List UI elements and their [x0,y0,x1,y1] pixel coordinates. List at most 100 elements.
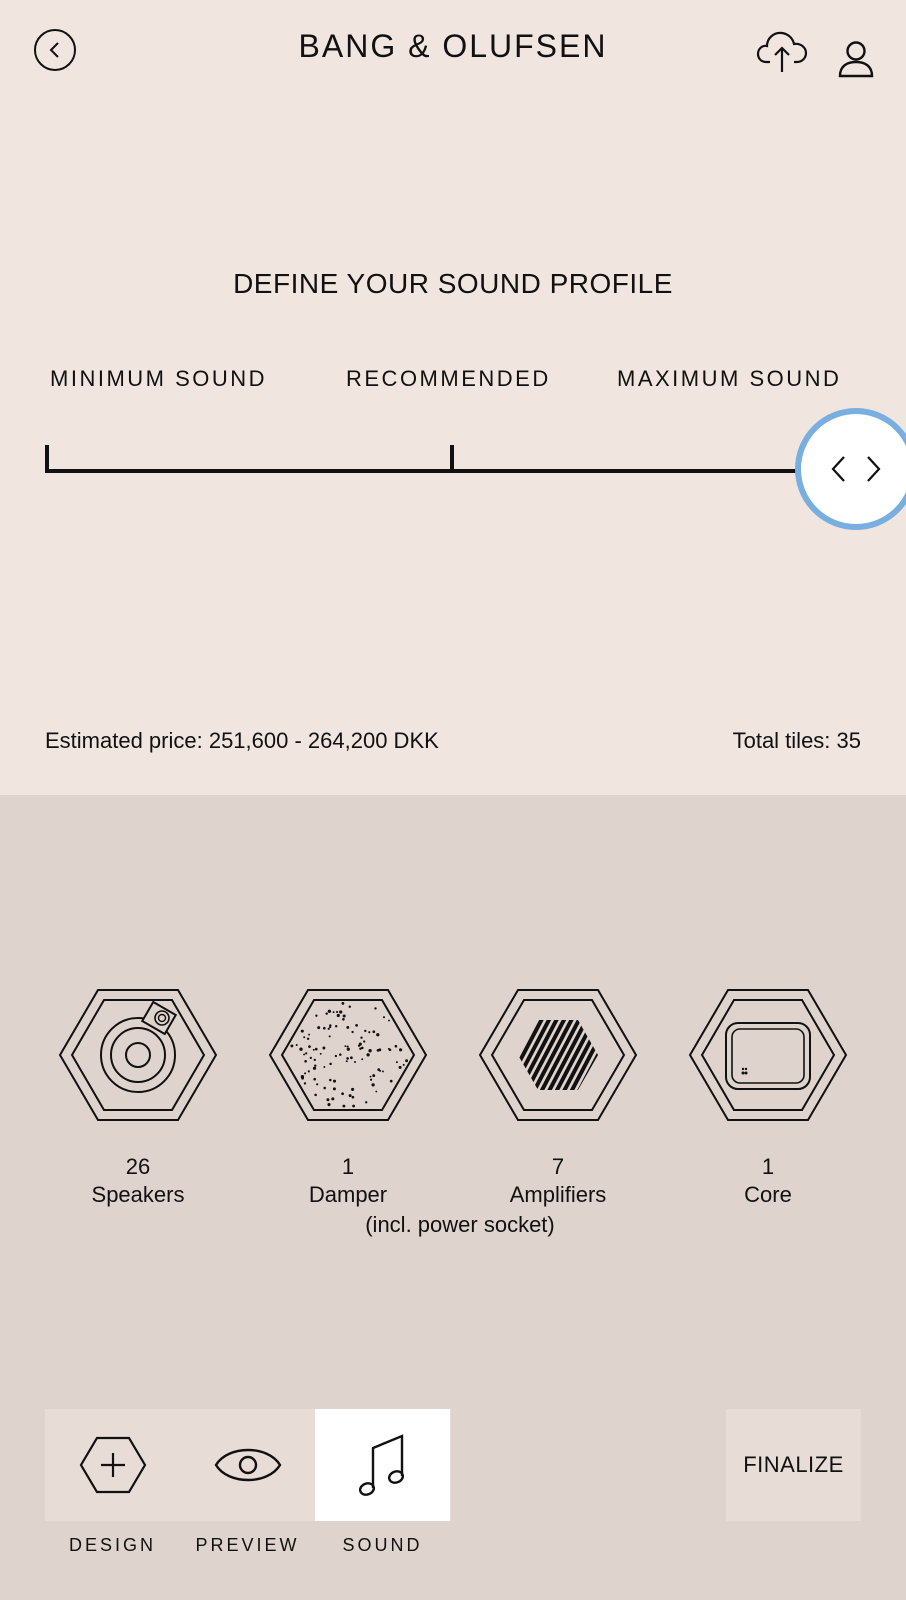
component-amplifiers: 7 Amplifiers [473,985,643,1209]
tab-design[interactable] [45,1409,180,1521]
slider-track[interactable] [45,469,805,473]
damper-note: (incl. power socket) [365,1212,555,1237]
damper-dot [376,1033,380,1037]
damper-dot [372,1074,376,1078]
music-note-icon [358,1434,404,1496]
finalize-button[interactable]: FINALIZE [726,1409,861,1521]
damper-dot [363,1040,366,1043]
damper-dot [304,1060,307,1063]
damper-dot [303,1082,307,1085]
damper-dot [358,1042,362,1046]
damper-dot [342,1014,346,1018]
damper-dot [336,1010,339,1014]
label-minimum-sound[interactable]: MINIMUM SOUND [50,366,267,392]
damper-dot [328,1010,331,1013]
tab-preview[interactable] [180,1409,315,1521]
damper-dot [382,1016,386,1019]
damper-dot [341,1092,344,1096]
damper-dot [325,1012,328,1015]
damper-dot [388,1019,390,1022]
label-recommended[interactable]: RECOMMENDED [346,366,551,392]
damper-dot [351,1095,355,1099]
damper-dot [355,1024,358,1027]
damper-dot [309,1056,312,1060]
damper-dot [376,1049,380,1052]
damper-dot [316,1083,319,1086]
damper-dot [332,1079,337,1083]
damper-dot [308,1033,311,1036]
damper-dot [341,1002,345,1005]
damper-tile-icon [268,989,428,1121]
damper-dot [305,1052,308,1055]
damper-dot [361,1046,364,1050]
damper-dot [387,1047,390,1050]
damper-dot [361,1058,364,1061]
hexagon-plus-icon [79,1436,146,1494]
damper-dot [334,1024,338,1028]
damper-dot [342,1104,346,1108]
amplifier-tile-icon [478,989,639,1121]
damper-dot [303,1053,306,1056]
damper-dot [327,1027,330,1030]
damper-dot [315,1014,318,1017]
damper-dot [345,1060,348,1063]
damper-dot [323,1086,326,1090]
core-count: 1 [761,1154,775,1179]
damper-dot [327,1103,331,1107]
label-maximum-sound[interactable]: MAXIMUM SOUND [617,366,841,392]
damper-dot [329,1062,332,1066]
damper-dot [365,1101,368,1104]
user-button[interactable] [838,40,874,78]
tab-design-label[interactable]: DESIGN [45,1535,180,1556]
damper-dot [339,1010,343,1014]
estimated-price: Estimated price: 251,600 - 264,200 DKK [45,728,439,753]
cloud-upload-icon [756,31,808,72]
damper-dot [314,1047,318,1051]
cloud-upload-button[interactable] [756,28,808,74]
bottom-nav-labels: DESIGN PREVIEW SOUND [45,1535,451,1556]
damper-dot [346,1045,349,1048]
damper-dot [368,1049,372,1053]
damper-dot [371,1083,375,1087]
damper-dot [346,1025,350,1029]
damper-dot [323,1066,326,1068]
damper-dot [307,1070,310,1073]
damper-dot [368,1031,371,1034]
damper-dot [339,1053,342,1056]
core-label: Core [744,1182,792,1207]
amplifier-stripe [518,1020,523,1090]
damper-dot [300,1029,304,1033]
amplifier-stripe [616,1017,639,1093]
damper-dot [352,1104,356,1108]
damper-dot [402,1063,405,1066]
damper-dot [312,1048,315,1051]
slider-tick-recommended [450,445,454,473]
tab-sound[interactable] [315,1409,450,1521]
damper-dot [399,1048,403,1052]
damper-dot [367,1053,369,1056]
amplifiers-label: Amplifiers [509,1182,607,1207]
tab-sound-label[interactable]: SOUND [315,1535,450,1556]
damper-dot [360,1036,363,1039]
damper-dot [351,1087,355,1091]
damper-dot [398,1065,402,1069]
sound-slider-handle[interactable] [795,408,906,530]
amplifier-stripe [601,1017,639,1093]
damper-dot [314,1064,317,1067]
user-icon [838,41,874,78]
damper-dot [348,1005,352,1008]
damper-dot [405,1059,409,1063]
speakers-count: 26 [125,1154,151,1179]
sound-profile-panel [0,0,906,795]
damper-dot [346,1057,349,1060]
damper-dot [372,1030,376,1034]
eye-icon [214,1448,281,1482]
damper-dot [377,1068,381,1071]
damper-dot [328,1025,332,1029]
tab-preview-label[interactable]: PREVIEW [180,1535,315,1556]
damper-label: Damper [308,1182,388,1207]
damper-dot [314,1093,317,1097]
damper-dot [326,1098,330,1102]
damper-dot [375,1090,378,1093]
damper-dot [313,1058,316,1062]
